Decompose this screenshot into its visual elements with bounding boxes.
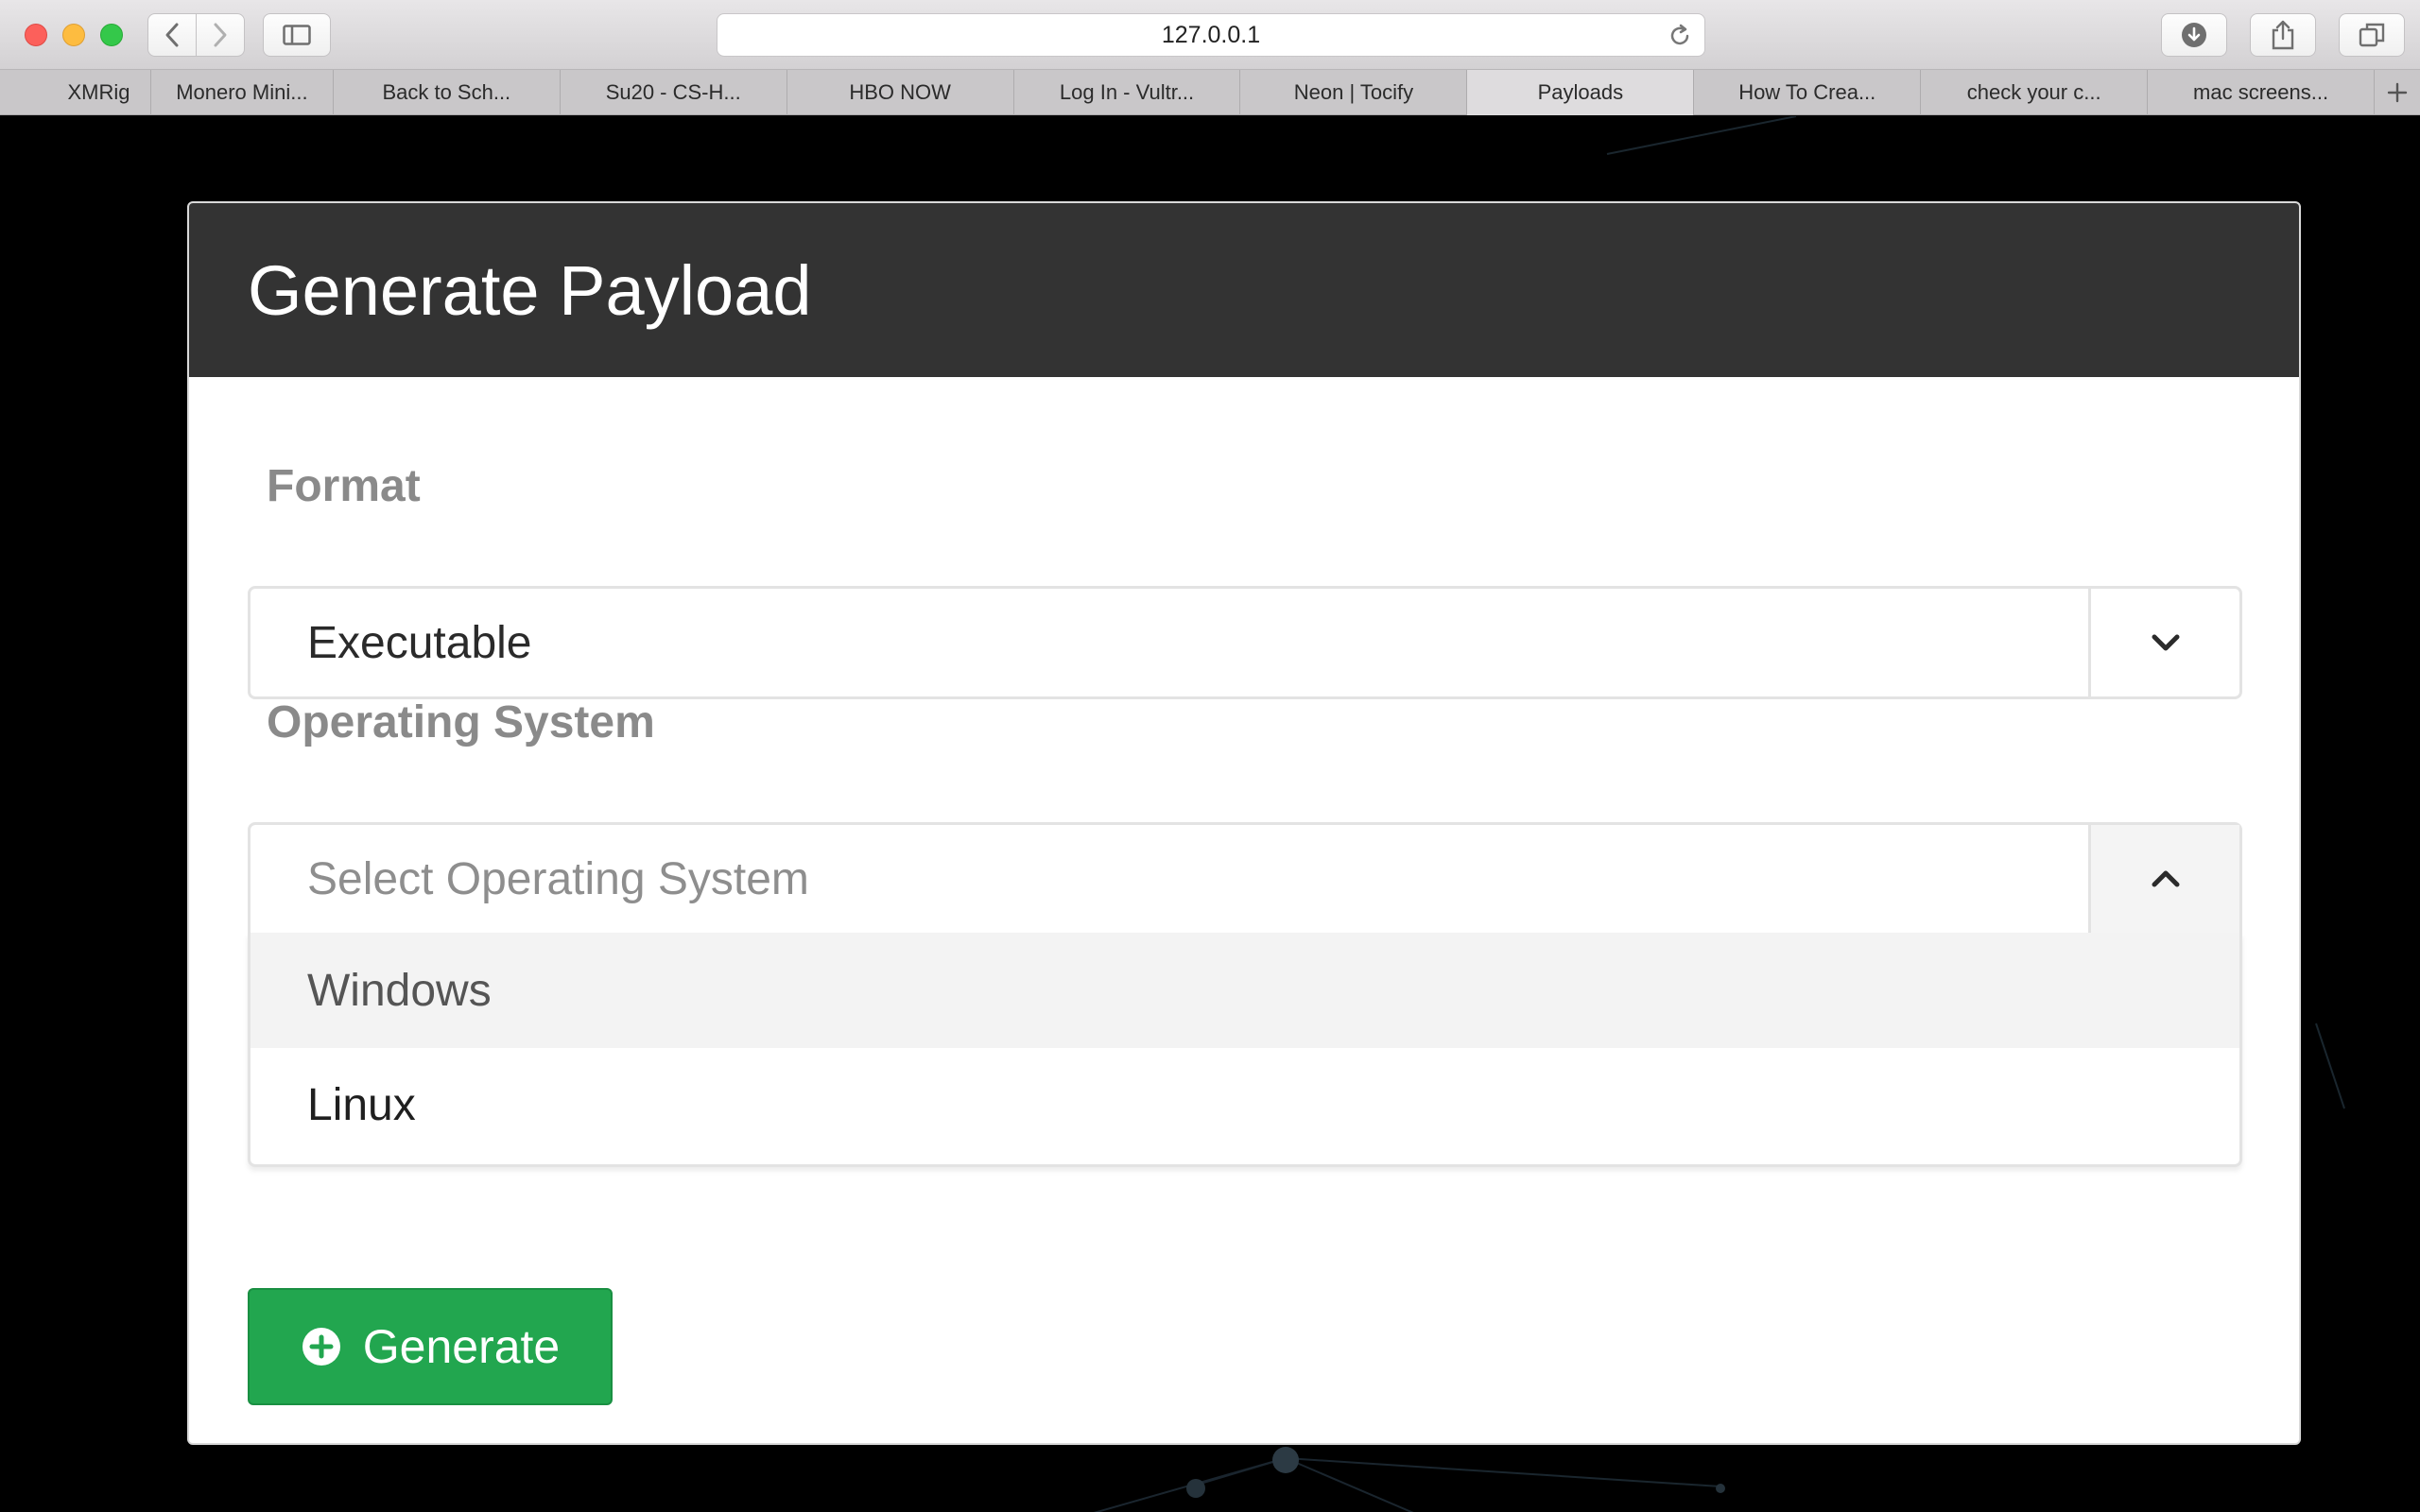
card-header: Generate Payload	[189, 203, 2299, 377]
chevron-right-icon	[214, 23, 227, 47]
page-title: Generate Payload	[248, 250, 812, 330]
tab-label: How To Crea...	[1738, 80, 1876, 104]
tab-vultr-login[interactable]: Log In - Vultr...	[1014, 70, 1241, 115]
download-icon	[2182, 23, 2206, 47]
tab-payloads[interactable]: Payloads	[1467, 70, 1695, 115]
tabs-icon	[2359, 23, 2385, 47]
tab-label: check your c...	[1966, 80, 2101, 104]
new-tab-button[interactable]	[2375, 70, 2420, 115]
url-text: 127.0.0.1	[1161, 21, 1261, 48]
tab-overview-button[interactable]	[2339, 13, 2405, 57]
tab-mac-screens[interactable]: mac screens...	[2148, 70, 2376, 115]
generate-button-label: Generate	[362, 1320, 561, 1373]
tab-hbo-now[interactable]: HBO NOW	[787, 70, 1014, 115]
chevron-left-icon	[165, 23, 179, 47]
tab-bar: XMRig Monero Mini... Back to Sch... Su20…	[0, 70, 2420, 115]
share-icon	[2272, 20, 2294, 50]
chevron-up-icon	[2152, 870, 2179, 887]
tab-label: Payloads	[1537, 80, 1624, 104]
format-select[interactable]: Executable	[248, 586, 2242, 699]
address-bar[interactable]: 127.0.0.1	[717, 13, 1705, 57]
generate-payload-card: Generate Payload Format Executable Opera…	[187, 201, 2301, 1445]
tab-monero-mini[interactable]: Monero Mini...	[151, 70, 334, 115]
operating-system-select[interactable]: Select Operating System	[248, 822, 2242, 936]
share-button[interactable]	[2250, 13, 2316, 57]
operating-system-label: Operating System	[267, 697, 655, 747]
minimize-window-button[interactable]	[62, 24, 85, 46]
tab-back-to-school[interactable]: Back to Sch...	[334, 70, 561, 115]
zoom-window-button[interactable]	[100, 24, 123, 46]
plus-circle-icon	[302, 1328, 340, 1366]
chevron-down-icon	[2152, 634, 2179, 651]
downloads-button[interactable]	[2161, 13, 2227, 57]
plus-icon	[2387, 82, 2408, 103]
forward-button[interactable]	[196, 13, 245, 57]
tab-label: Monero Mini...	[176, 80, 308, 104]
tab-how-to-create[interactable]: How To Crea...	[1694, 70, 1922, 115]
back-button[interactable]	[147, 13, 197, 57]
operating-system-placeholder: Select Operating System	[307, 853, 809, 904]
tab-label: XMRig	[67, 80, 130, 104]
tab-check-your[interactable]: check your c...	[1921, 70, 2149, 115]
reload-icon[interactable]	[1667, 23, 1693, 49]
tab-su20-cs[interactable]: Su20 - CS-H...	[561, 70, 787, 115]
os-option-windows[interactable]: Windows	[251, 933, 2239, 1048]
tab-neon-tocify[interactable]: Neon | Tocify	[1240, 70, 1468, 115]
page-background: Generate Payload Format Executable Opera…	[0, 116, 2420, 1512]
operating-system-dropdown-toggle[interactable]	[2088, 825, 2239, 933]
sidebar-toggle-button[interactable]	[263, 13, 331, 57]
close-window-button[interactable]	[25, 24, 47, 46]
tab-label: mac screens...	[2193, 80, 2329, 104]
operating-system-options: Windows Linux	[248, 933, 2242, 1167]
format-selected-value: Executable	[307, 617, 532, 668]
tab-label: Su20 - CS-H...	[605, 80, 741, 104]
tab-xmrig[interactable]: XMRig	[0, 70, 151, 115]
tab-label: Log In - Vultr...	[1059, 80, 1195, 104]
generate-button[interactable]: Generate	[248, 1288, 613, 1405]
browser-titlebar: 127.0.0.1	[0, 0, 2420, 70]
format-dropdown-toggle[interactable]	[2088, 589, 2239, 696]
sidebar-icon	[283, 25, 311, 45]
os-option-linux[interactable]: Linux	[251, 1048, 2239, 1161]
tab-label: Neon | Tocify	[1293, 80, 1414, 104]
tab-label: HBO NOW	[849, 80, 951, 104]
format-label: Format	[267, 461, 421, 511]
tab-label: Back to Sch...	[382, 80, 511, 104]
